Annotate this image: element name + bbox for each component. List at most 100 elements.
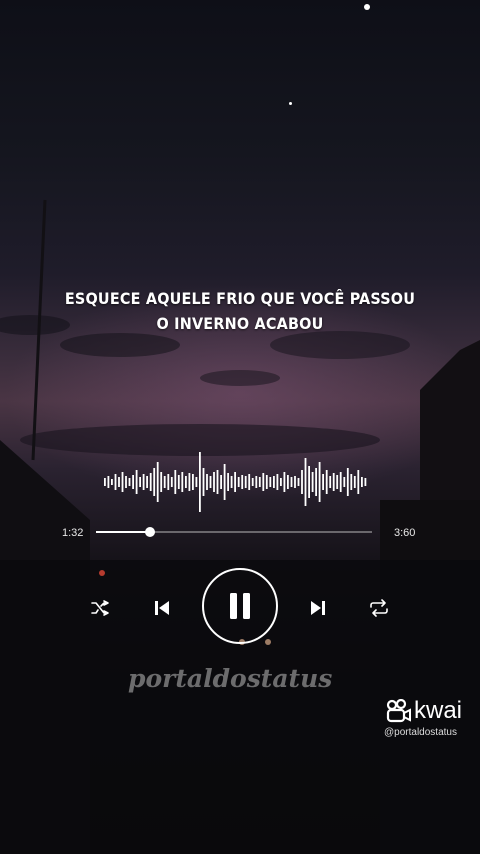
waveform-bar: [339, 472, 342, 492]
waveform-bar: [170, 477, 173, 487]
waveform-bar: [255, 476, 258, 488]
audio-waveform: [104, 452, 367, 512]
waveform-bar: [199, 452, 201, 512]
shuffle-icon: [91, 600, 109, 616]
waveform-bar: [361, 477, 363, 487]
waveform-bar: [357, 470, 360, 494]
waveform-bar: [160, 472, 163, 492]
waveform-bar: [107, 476, 110, 488]
waveform-bar: [220, 475, 222, 489]
star: [364, 4, 370, 10]
waveform-bar: [174, 470, 177, 494]
waveform-bar: [241, 475, 244, 489]
waveform-bar: [132, 475, 134, 489]
waveform-bar: [343, 477, 346, 487]
waveform-bar: [206, 474, 208, 490]
waveform-bar: [142, 474, 145, 490]
waveform-bar: [251, 478, 254, 486]
waveform-bar: [315, 468, 317, 496]
progress-knob[interactable]: [145, 527, 155, 537]
waveform-bar: [276, 474, 279, 490]
waveform-bar: [163, 476, 166, 488]
waveform-bar: [294, 476, 296, 488]
waveform-bar: [364, 478, 367, 486]
waveform-bar: [304, 458, 307, 506]
background-scene: [0, 0, 480, 854]
waveform-bar: [192, 474, 194, 490]
repeat-icon: [370, 599, 388, 617]
star: [289, 102, 292, 105]
kwai-brand: kwai: [414, 697, 463, 724]
repeat-button[interactable]: [367, 596, 391, 620]
waveform-bar: [336, 475, 339, 489]
waveform-bar: [280, 478, 282, 486]
waveform-bar: [213, 472, 215, 492]
waveform-bar: [216, 470, 219, 494]
skip-next-icon: [311, 601, 325, 615]
waveform-bar: [301, 470, 303, 494]
next-button[interactable]: [306, 596, 330, 620]
waveform-bar: [283, 472, 286, 492]
kwai-logo-icon: [386, 699, 411, 723]
waveform-bar: [209, 476, 212, 488]
waveform-bar: [125, 476, 127, 488]
waveform-bar: [258, 477, 261, 487]
waveform-bar: [188, 473, 191, 491]
play-pause-button[interactable]: [202, 568, 278, 644]
waveform-bar: [185, 476, 187, 488]
waveform-bar: [353, 476, 356, 488]
previous-button[interactable]: [150, 596, 174, 620]
waveform-bar: [114, 474, 117, 490]
waveform-bar: [350, 474, 353, 490]
waveform-bar: [223, 464, 226, 500]
waveform-bar: [265, 475, 268, 489]
progress-track[interactable]: [150, 531, 372, 533]
waveform-bar: [195, 477, 198, 487]
city-silhouette: [0, 199, 480, 854]
lyrics: ESQUECE AQUELE FRIO QUE VOCÊ PASSOU O IN…: [0, 286, 480, 336]
shuffle-button[interactable]: [88, 596, 112, 620]
waveform-bar: [135, 470, 138, 494]
elapsed-time: 1:32: [62, 527, 84, 539]
waveform-bar: [146, 476, 148, 488]
waveform-bar: [111, 479, 113, 485]
waveform-bar: [128, 478, 131, 486]
waveform-bar: [262, 473, 265, 491]
waveform-bar: [202, 468, 205, 496]
waveform-bar: [332, 473, 335, 491]
waveform-bar: [156, 462, 159, 502]
waveform-bar: [325, 470, 328, 494]
skip-previous-icon: [155, 601, 169, 615]
waveform-bar: [273, 476, 275, 488]
waveform-bar: [104, 478, 106, 486]
waveform-bar: [287, 475, 289, 489]
waveform-bar: [297, 478, 300, 486]
waveform-bar: [346, 468, 349, 496]
waveform-bar: [311, 472, 314, 492]
kwai-logo: kwai: [386, 697, 462, 725]
waveform-bar: [329, 476, 332, 488]
waveform-bar: [244, 476, 247, 488]
total-duration: 3:60: [394, 527, 416, 539]
watermark: portaldostatus: [128, 664, 333, 693]
waveform-bar: [139, 477, 141, 487]
waveform-bar: [177, 475, 180, 489]
waveform-bar: [230, 476, 233, 488]
progress-fill: [96, 531, 150, 533]
waveform-bar: [234, 472, 236, 492]
waveform-bar: [290, 477, 293, 487]
kwai-handle: @portaldostatus: [384, 727, 457, 738]
waveform-bar: [153, 468, 156, 496]
waveform-bar: [149, 473, 152, 491]
waveform-bar: [308, 466, 310, 498]
waveform-bar: [237, 477, 240, 487]
lyrics-line-1: ESQUECE AQUELE FRIO QUE VOCÊ PASSOU: [64, 289, 416, 308]
pause-icon: [230, 593, 250, 619]
waveform-bar: [181, 472, 184, 492]
waveform-bar: [269, 477, 272, 487]
waveform-bar: [121, 472, 124, 492]
waveform-bar: [322, 474, 324, 490]
lyrics-line-2: O INVERNO ACABOU: [156, 314, 324, 333]
waveform-bar: [248, 474, 251, 490]
waveform-bar: [227, 473, 229, 491]
